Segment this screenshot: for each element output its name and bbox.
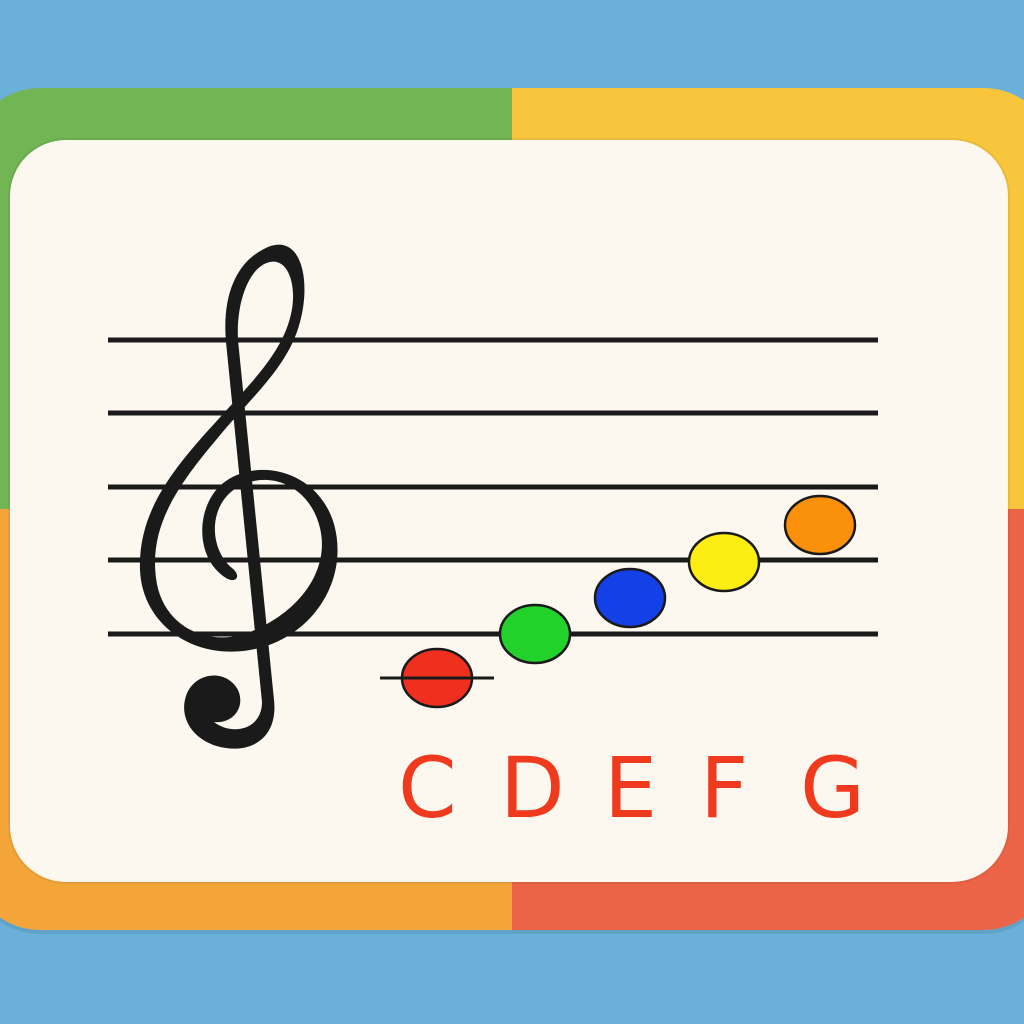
note-heads <box>400 494 857 709</box>
note-head-e <box>593 567 667 629</box>
note-head-d <box>498 603 572 665</box>
treble-clef-icon <box>139 244 338 749</box>
music-staff <box>108 244 878 749</box>
note-head-g <box>783 494 857 556</box>
note-head-f <box>687 531 761 593</box>
